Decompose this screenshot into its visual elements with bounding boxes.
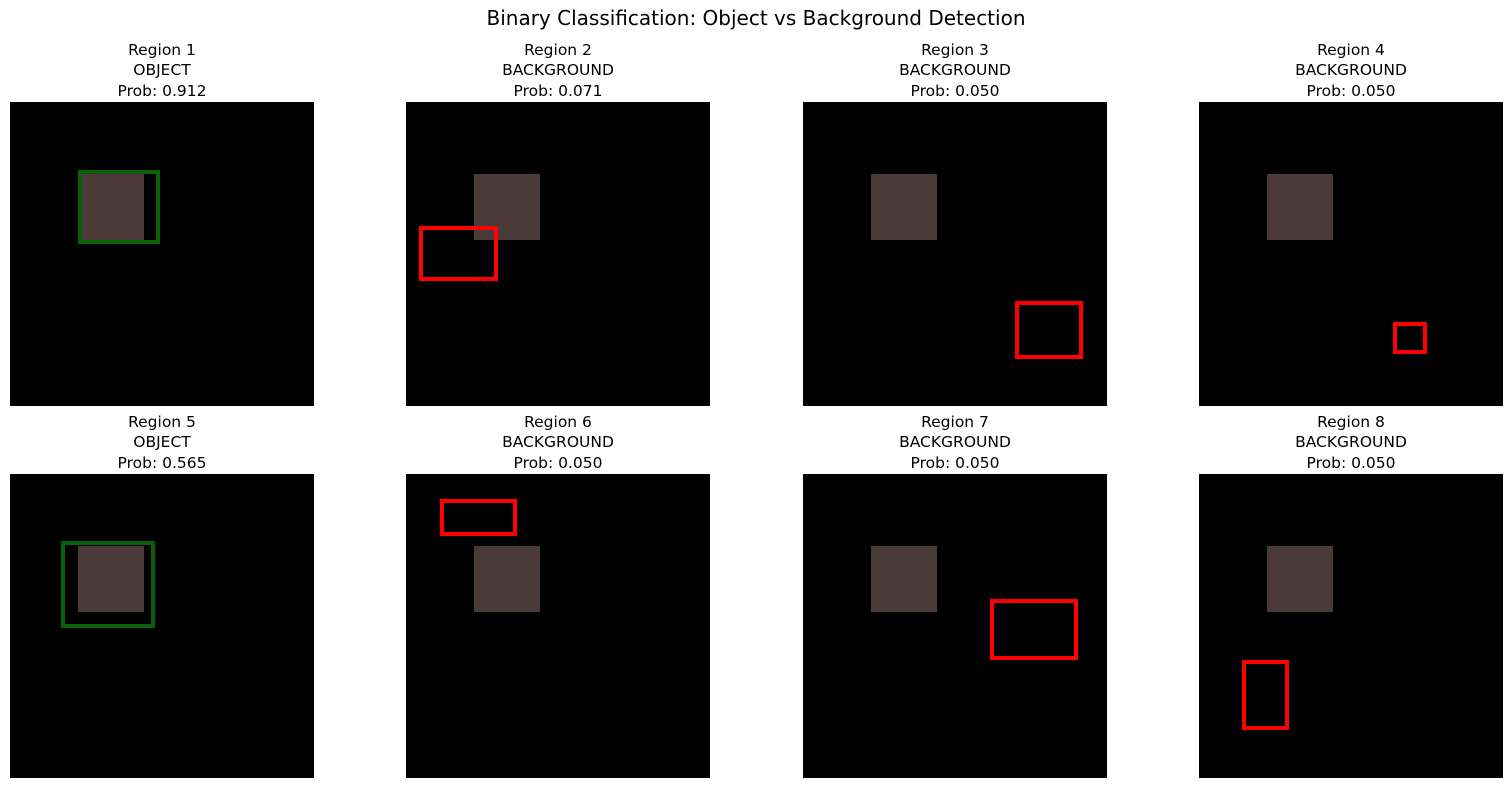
region-panel-6: Region 6 BACKGROUND Prob: 0.050: [406, 412, 710, 778]
region-class-label: BACKGROUND: [899, 61, 1011, 79]
region-class-label: OBJECT: [133, 433, 191, 451]
region-probability: Prob: 0.050: [1306, 81, 1396, 100]
region-name: Region 1: [128, 40, 196, 59]
background-bounding-box: [1242, 660, 1289, 730]
region-name: Region 3: [921, 40, 989, 59]
region-class-label: OBJECT: [133, 61, 191, 79]
object-patch: [1267, 174, 1333, 240]
object-patch: [871, 546, 937, 612]
panel-title: Region 8 BACKGROUND Prob: 0.050: [1199, 412, 1503, 474]
region-probability: Prob: 0.050: [1306, 453, 1396, 472]
background-bounding-box: [419, 226, 498, 281]
region-panel-2: Region 2 BACKGROUND Prob: 0.071: [406, 40, 710, 406]
region-probability: Prob: 0.050: [910, 453, 1000, 472]
panel-title: Region 4 BACKGROUND Prob: 0.050: [1199, 40, 1503, 102]
region-class-label: BACKGROUND: [502, 61, 614, 79]
region-image: [1199, 102, 1503, 406]
object-patch: [1267, 546, 1333, 612]
panel-title: Region 6 BACKGROUND Prob: 0.050: [406, 412, 710, 474]
panel-title: Region 3 BACKGROUND Prob: 0.050: [803, 40, 1107, 102]
panel-title: Region 7 BACKGROUND Prob: 0.050: [803, 412, 1107, 474]
region-probability: Prob: 0.071: [513, 81, 603, 100]
region-class-label: BACKGROUND: [899, 433, 1011, 451]
region-panel-3: Region 3 BACKGROUND Prob: 0.050: [803, 40, 1107, 406]
region-name: Region 5: [128, 412, 196, 431]
object-bounding-box: [61, 541, 155, 628]
panel-title: Region 2 BACKGROUND Prob: 0.071: [406, 40, 710, 102]
region-panel-4: Region 4 BACKGROUND Prob: 0.050: [1199, 40, 1503, 406]
region-image: [10, 474, 314, 778]
region-name: Region 6: [524, 412, 592, 431]
background-bounding-box: [1015, 301, 1083, 359]
region-image: [1199, 474, 1503, 778]
region-class-label: BACKGROUND: [502, 433, 614, 451]
region-panel-1: Region 1 OBJECT Prob: 0.912: [10, 40, 314, 406]
region-name: Region 8: [1317, 412, 1385, 431]
panel-title: Region 1 OBJECT Prob: 0.912: [10, 40, 314, 102]
region-name: Region 2: [524, 40, 592, 59]
region-probability: Prob: 0.050: [513, 453, 603, 472]
region-class-label: BACKGROUND: [1295, 61, 1407, 79]
region-probability: Prob: 0.565: [117, 453, 207, 472]
background-bounding-box: [1393, 322, 1427, 354]
object-bounding-box: [78, 170, 160, 244]
region-probability: Prob: 0.912: [117, 81, 207, 100]
region-image: [10, 102, 314, 406]
object-patch: [871, 174, 937, 240]
region-image: [406, 474, 710, 778]
region-name: Region 7: [921, 412, 989, 431]
object-patch: [474, 546, 540, 612]
figure-title: Binary Classification: Object vs Backgro…: [486, 6, 1026, 30]
region-image: [406, 102, 710, 406]
region-panel-7: Region 7 BACKGROUND Prob: 0.050: [803, 412, 1107, 778]
region-panel-8: Region 8 BACKGROUND Prob: 0.050: [1199, 412, 1503, 778]
panel-title: Region 5 OBJECT Prob: 0.565: [10, 412, 314, 474]
region-name: Region 4: [1317, 40, 1385, 59]
region-image: [803, 474, 1107, 778]
region-image: [803, 102, 1107, 406]
region-probability: Prob: 0.050: [910, 81, 1000, 100]
region-panel-5: Region 5 OBJECT Prob: 0.565: [10, 412, 314, 778]
background-bounding-box: [990, 599, 1078, 660]
region-class-label: BACKGROUND: [1295, 433, 1407, 451]
background-bounding-box: [440, 499, 517, 536]
